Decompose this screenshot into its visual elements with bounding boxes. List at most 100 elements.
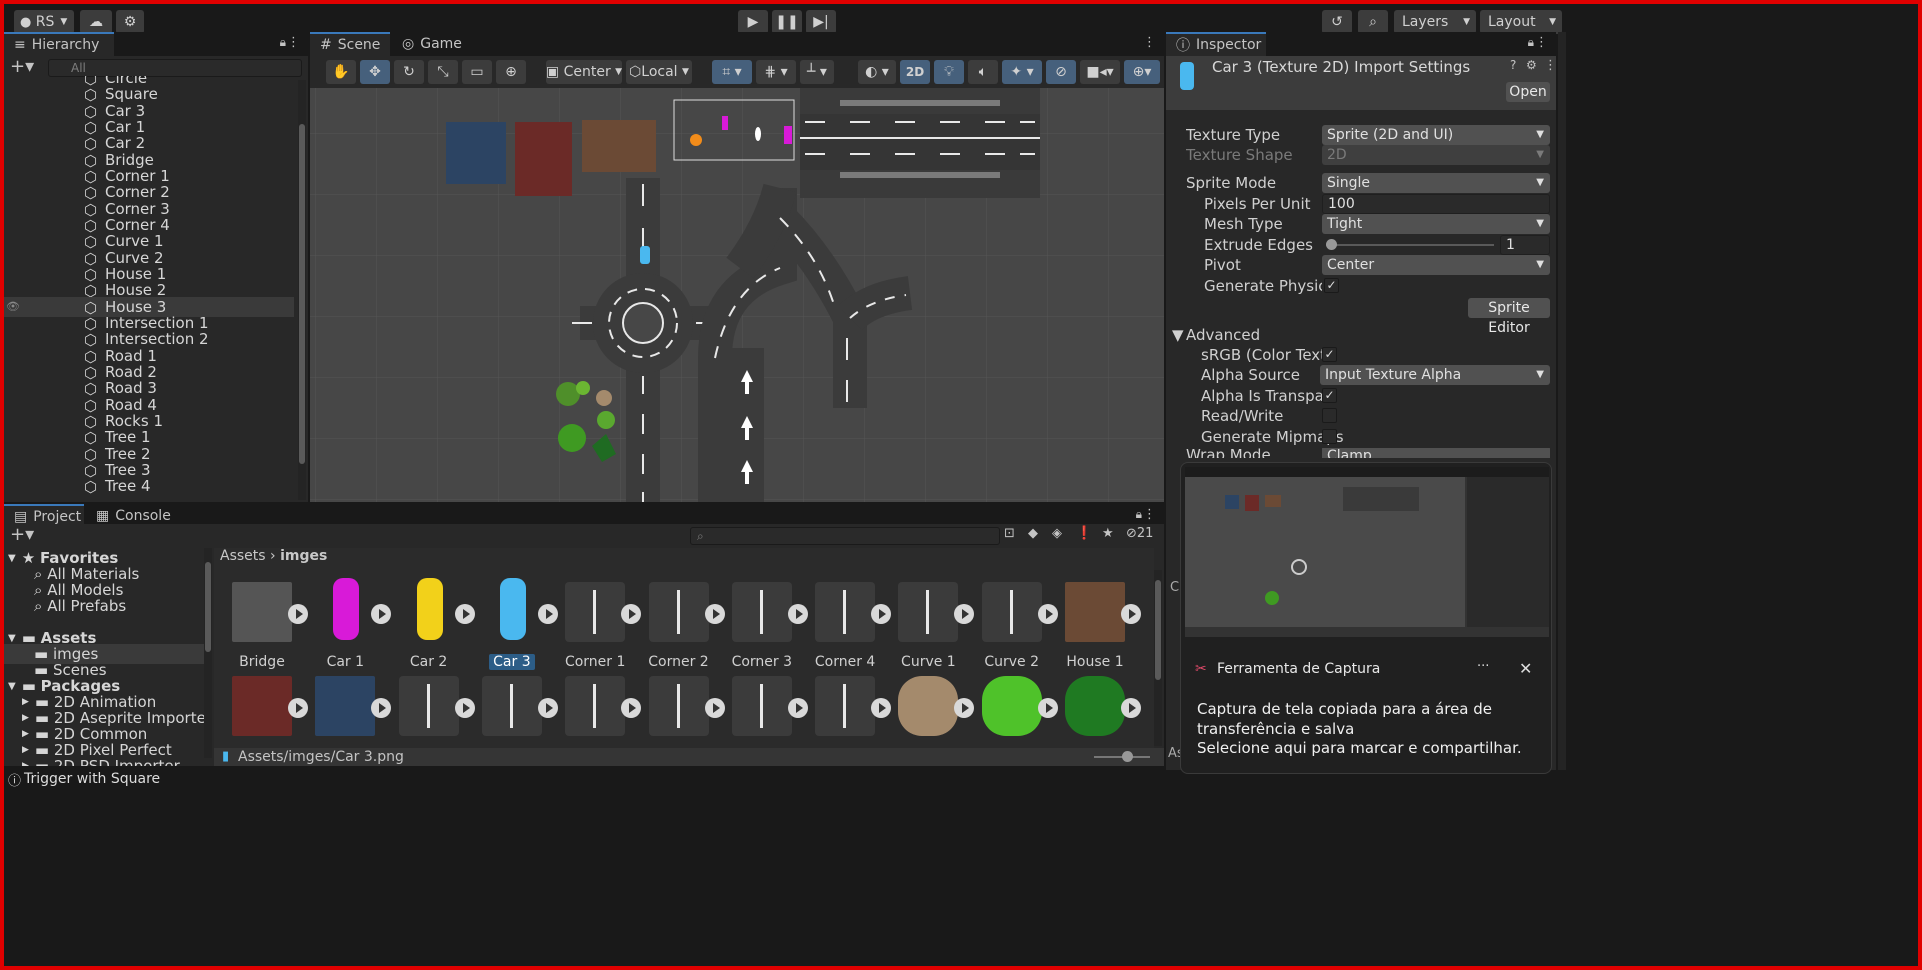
visibility-button[interactable]: ⊘ (1046, 60, 1076, 84)
asset-item[interactable]: Corner 1 (547, 576, 643, 672)
breadcrumb-imges[interactable]: imges (280, 548, 327, 564)
alpha-source-dropdown[interactable]: Input Texture Alpha ▼ (1320, 365, 1550, 385)
project-tree-scrollbar[interactable] (204, 548, 212, 758)
asset-item[interactable]: Car 3 (464, 576, 560, 672)
open-button[interactable]: Open (1506, 82, 1550, 102)
lock-icon[interactable]: 🔒︎ (280, 35, 286, 50)
grid-snap-button[interactable]: ⌗ ▾ (712, 60, 752, 84)
asset-grid-scrollbar[interactable] (1154, 570, 1162, 746)
hierarchy-item[interactable]: ⬡ Tree 4 (4, 476, 294, 496)
asset-item[interactable]: Bridge (214, 576, 310, 672)
rotate-tool-button[interactable]: ↻ (394, 60, 424, 84)
pause-button[interactable]: ❚❚ (772, 10, 802, 34)
asset-item[interactable]: Car 2 (381, 576, 477, 672)
rect-tool-button[interactable]: ▭ (462, 60, 492, 84)
scrollbar-thumb[interactable] (205, 562, 211, 652)
play-icon[interactable] (1121, 604, 1141, 624)
audio-button[interactable]: 🔈︎ (968, 60, 998, 84)
asset-item[interactable]: Road 2 (631, 670, 727, 748)
asset-item[interactable]: Tree 2 (1047, 670, 1143, 748)
asset-item[interactable]: House 1 (1047, 576, 1143, 672)
space-dropdown[interactable]: ⬡ Local ▼ (626, 60, 692, 84)
sprite-editor-button[interactable]: Sprite Editor (1468, 298, 1550, 336)
gizmos-button[interactable]: ⊕▾ (1124, 60, 1160, 84)
hierarchy-scrollbar[interactable] (298, 80, 306, 500)
more-icon[interactable]: ⋮ (287, 35, 300, 50)
2d-mode-button[interactable]: 2D (900, 60, 930, 84)
hand-tool-button[interactable]: ✋ (326, 60, 356, 84)
asset-item[interactable]: House 2 (214, 670, 310, 748)
advanced-foldout[interactable]: Advanced (1186, 326, 1260, 344)
physics-checkbox[interactable]: ✓ (1324, 278, 1339, 293)
srgb-checkbox[interactable]: ✓ (1322, 347, 1337, 362)
snipping-toast[interactable]: ✂ Ferramenta de Captura ··· ✕ Captura de… (1180, 462, 1552, 774)
mipmaps-checkbox[interactable] (1322, 429, 1337, 444)
layout-dropdown[interactable]: Layout ▼ (1480, 10, 1562, 34)
asset-item[interactable]: House 3 (297, 670, 393, 748)
tab-game[interactable]: ◎ Game (392, 32, 472, 56)
more-icon[interactable]: ⋮ (1535, 35, 1548, 50)
step-button[interactable]: ▶| (806, 10, 836, 34)
more-icon[interactable]: ⋮ (1143, 35, 1156, 50)
alpha-transparency-checkbox[interactable]: ✓ (1322, 388, 1337, 403)
project-search-input[interactable]: ⌕ (690, 527, 1000, 545)
wrap-mode-dropdown[interactable]: Clamp (1322, 448, 1550, 458)
scrollbar-thumb[interactable] (299, 124, 305, 464)
tab-hierarchy[interactable]: ≡ Hierarchy (4, 32, 114, 56)
search-by-type-icon[interactable]: ⊡ (1004, 526, 1015, 541)
lighting-button[interactable]: 💡︎ (934, 60, 964, 84)
texture-type-dropdown[interactable]: Sprite (2D and UI) ▼ (1322, 125, 1550, 145)
inspector-scrollbar[interactable] (1558, 32, 1566, 772)
camera-button[interactable]: ■◂▾ (1080, 60, 1120, 84)
move-tool-button[interactable]: ✥ (360, 60, 390, 84)
cloud-button[interactable]: ☁ (80, 10, 112, 34)
scale-tool-button[interactable]: ⤡ (428, 60, 458, 84)
tree-fav-item[interactable]: ⌕ All Prefabs (34, 596, 126, 616)
extrude-slider-track[interactable] (1326, 244, 1494, 246)
tab-inspector[interactable]: ⓘ Inspector (1166, 32, 1266, 56)
extrude-field[interactable]: 1 (1500, 235, 1550, 255)
tab-scene[interactable]: # Scene (310, 32, 390, 56)
asset-item[interactable]: Intersectio (464, 670, 560, 748)
zoom-slider-handle[interactable] (1122, 751, 1133, 762)
readwrite-checkbox[interactable] (1322, 408, 1337, 423)
sprite-mode-dropdown[interactable]: Single ▼ (1322, 173, 1550, 193)
lock-icon[interactable]: 🔒︎ (1136, 507, 1142, 522)
draw-mode-button[interactable]: ◐ ▾ (858, 60, 896, 84)
asset-item[interactable]: Corner 2 (631, 576, 727, 672)
pivot-dropdown[interactable]: ▣ Center ▼ (546, 60, 622, 84)
more-icon[interactable]: ··· (1477, 659, 1489, 674)
scene-canvas[interactable] (310, 88, 1164, 502)
scrollbar-thumb[interactable] (1155, 580, 1161, 680)
more-icon[interactable]: ⋮ (1143, 507, 1156, 522)
account-dropdown[interactable]: ● RS ▼ (14, 10, 74, 34)
hidden-packages-icon[interactable]: ⊘21 (1126, 526, 1153, 541)
hierarchy-search-input[interactable]: All (48, 59, 302, 77)
asset-item[interactable]: Rocks 1 (880, 670, 976, 748)
status-message[interactable]: Trigger with Square (24, 771, 160, 787)
asset-item[interactable]: Curve 2 (964, 576, 1060, 672)
label-icon[interactable]: ◈ (1052, 526, 1062, 541)
asset-item[interactable]: Curve 1 (880, 576, 976, 672)
asset-item[interactable]: Tree 1 (964, 670, 1060, 748)
grid-view-button[interactable]: ⋕ ▾ (756, 60, 796, 84)
filter-type-icon[interactable]: ◆ (1028, 526, 1038, 541)
transform-tool-button[interactable]: ⊕ (496, 60, 526, 84)
services-button[interactable]: ⚙ (116, 10, 144, 34)
star-icon[interactable]: ★ (1102, 526, 1114, 541)
asset-item[interactable]: Corner 3 (714, 576, 810, 672)
effects-button[interactable]: ✦ ▾ (1002, 60, 1042, 84)
add-icon[interactable]: +▾ (10, 524, 34, 545)
close-icon[interactable]: ✕ (1519, 659, 1532, 678)
lock-icon[interactable]: 🔒︎ (1528, 35, 1534, 50)
asset-item[interactable]: Road 1 (547, 670, 643, 748)
asset-item[interactable]: Road 4 (797, 670, 893, 748)
visibility-icon[interactable]: 👁︎ (6, 300, 20, 313)
mesh-type-dropdown[interactable]: Tight ▼ (1322, 214, 1550, 234)
help-icon[interactable]: ? (1510, 58, 1516, 72)
tree-package[interactable]: ▶ ▬ 2D PSD Importer (22, 756, 180, 766)
search-button[interactable]: ⌕ (1358, 10, 1388, 34)
history-button[interactable]: ↺ (1322, 10, 1352, 34)
extrude-slider-handle[interactable] (1326, 239, 1337, 250)
layers-dropdown[interactable]: Layers ▼ (1394, 10, 1476, 34)
